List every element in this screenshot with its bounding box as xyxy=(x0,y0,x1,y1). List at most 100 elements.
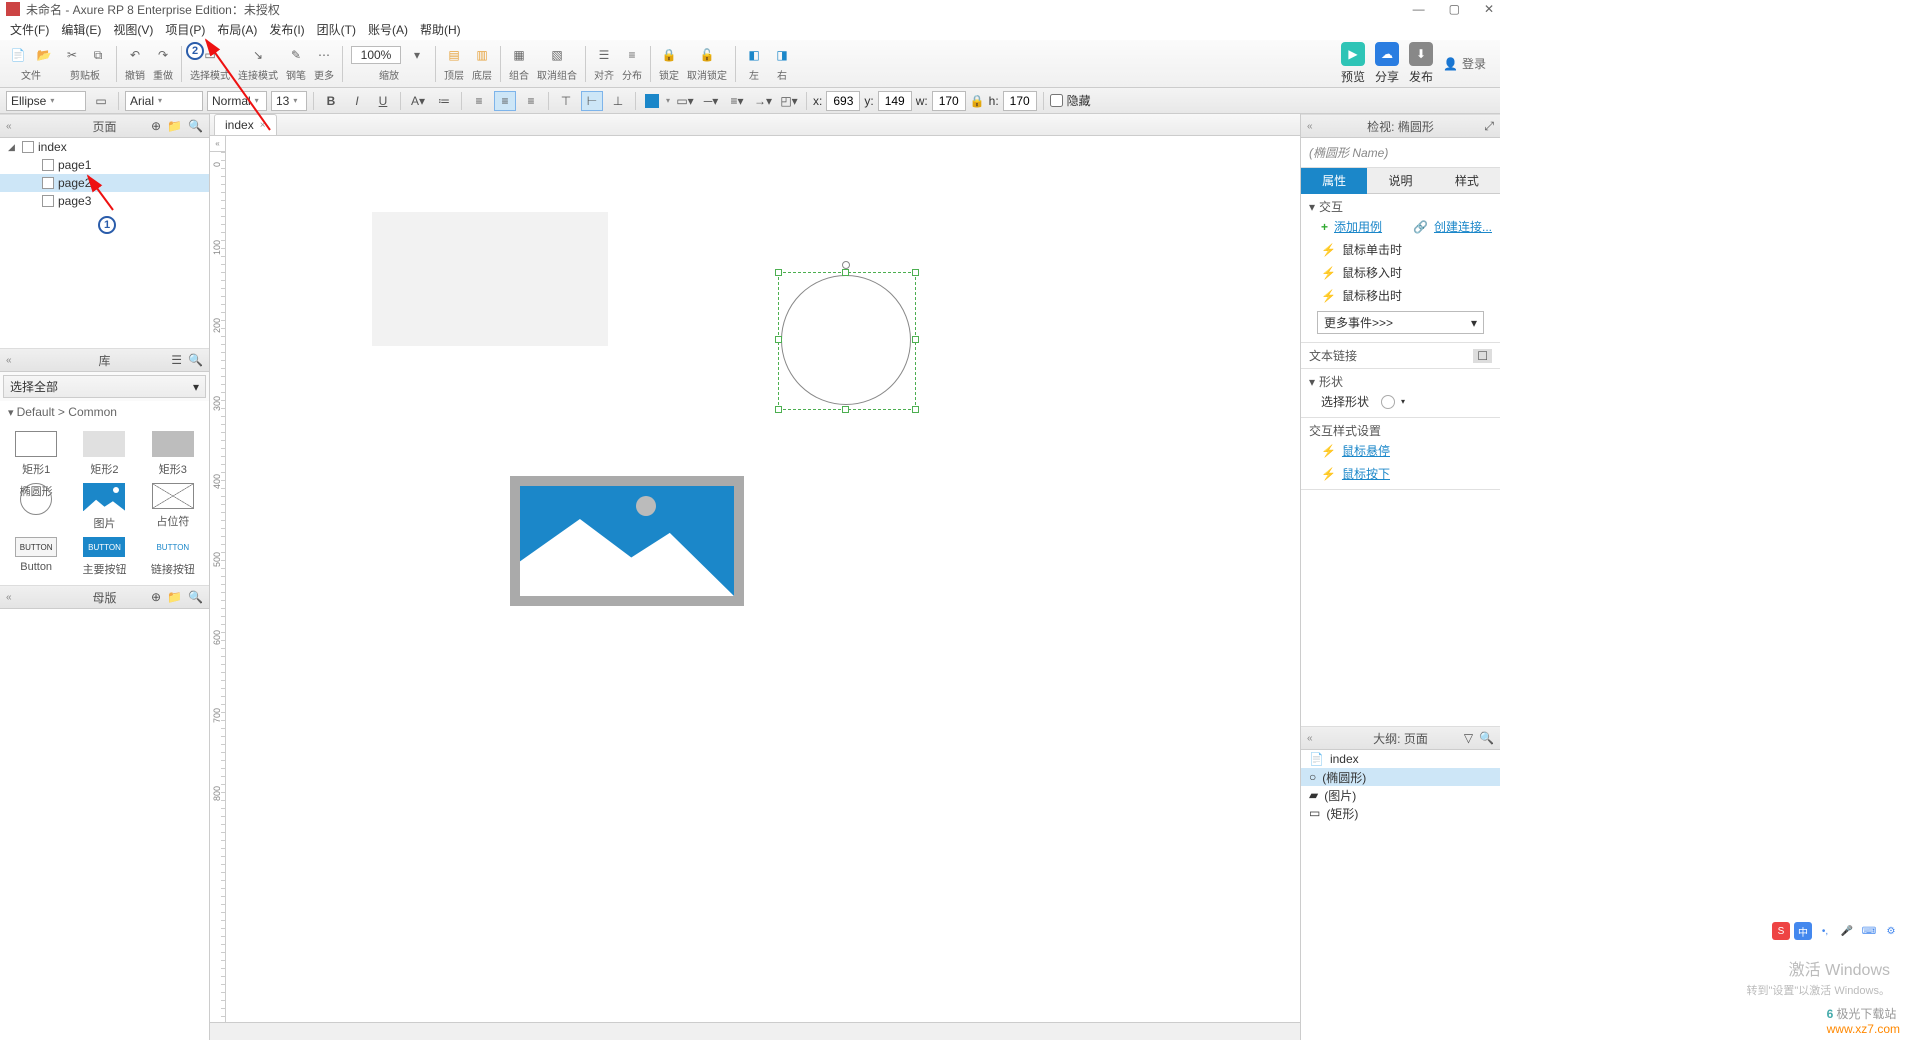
undo-icon[interactable]: ↶ xyxy=(125,45,145,65)
font-family-combo[interactable]: Arial▾ xyxy=(125,91,203,111)
align-icon[interactable]: ☰ xyxy=(594,45,614,65)
lib-item-rect3[interactable]: 矩形3 xyxy=(141,431,205,477)
widget-name-input[interactable]: (椭圆形 Name) xyxy=(1301,138,1500,168)
outline-row[interactable]: ○(椭圆形) xyxy=(1301,768,1500,786)
close-tab-icon[interactable]: × xyxy=(260,120,266,131)
resize-handle-n[interactable] xyxy=(842,269,849,276)
dock-right-icon[interactable]: ◨ xyxy=(772,45,792,65)
resize-handle-ne[interactable] xyxy=(912,269,919,276)
interaction-event[interactable]: ⚡鼠标单击时 xyxy=(1309,238,1492,261)
interaction-section[interactable]: ▾ 交互 xyxy=(1309,198,1492,215)
preview-button[interactable]: ▶预览 xyxy=(1341,42,1365,85)
bullets-button[interactable]: ≔ xyxy=(433,91,455,111)
search-icon[interactable]: 🔍 xyxy=(188,119,203,133)
mousedown-style-link[interactable]: 鼠标按下 xyxy=(1342,465,1390,482)
more-events-combo[interactable]: 更多事件>>>▾ xyxy=(1317,311,1484,334)
lib-item-ellipse[interactable]: 椭圆形 xyxy=(4,483,68,531)
expand-icon[interactable]: ⤢ xyxy=(1484,119,1494,134)
dock-left-icon[interactable]: ◧ xyxy=(744,45,764,65)
line-width-button[interactable]: ≡▾ xyxy=(726,91,748,111)
maximize-button[interactable]: ▢ xyxy=(1449,2,1460,16)
valign-top-button[interactable]: ⊤ xyxy=(555,91,577,111)
menu-project[interactable]: 项目(P) xyxy=(161,19,209,40)
menu-edit[interactable]: 编辑(E) xyxy=(57,19,105,40)
border-color-button[interactable]: ▭▾ xyxy=(674,91,696,111)
library-select-all[interactable]: 选择全部▾ xyxy=(3,375,206,398)
corner-button[interactable]: ◰▾ xyxy=(778,91,800,111)
page-row-page1[interactable]: page1 xyxy=(0,156,209,174)
ime-punct-icon[interactable]: •, xyxy=(1816,922,1834,940)
valign-middle-button[interactable]: ⊢ xyxy=(581,91,603,111)
new-file-icon[interactable]: 📄 xyxy=(8,45,28,65)
collapse-icon[interactable]: « xyxy=(6,121,12,132)
zoom-dropdown-icon[interactable]: ▾ xyxy=(407,45,427,65)
copy-icon[interactable]: ⧉ xyxy=(88,45,108,65)
open-file-icon[interactable]: 📂 xyxy=(34,45,54,65)
collapse-icon[interactable]: « xyxy=(6,592,12,603)
redo-icon[interactable]: ↷ xyxy=(153,45,173,65)
lib-item-btn[interactable]: BUTTONButton xyxy=(4,537,68,577)
add-master-icon[interactable]: ⊕ xyxy=(151,590,161,604)
resize-handle-s[interactable] xyxy=(842,406,849,413)
text-color-button[interactable]: A▾ xyxy=(407,91,429,111)
publish-button[interactable]: ⬇发布 xyxy=(1409,42,1433,85)
shape-section[interactable]: ▾ 形状 xyxy=(1309,373,1492,390)
resize-handle-e[interactable] xyxy=(912,336,919,343)
bold-button[interactable]: B xyxy=(320,91,342,111)
valign-bottom-button[interactable]: ⊥ xyxy=(607,91,629,111)
italic-button[interactable]: I xyxy=(346,91,368,111)
ime-logo-icon[interactable]: S xyxy=(1772,922,1790,940)
lib-item-rect1[interactable]: 矩形1 xyxy=(4,431,68,477)
h-input[interactable] xyxy=(1003,91,1037,111)
menu-view[interactable]: 视图(V) xyxy=(109,19,157,40)
interaction-event[interactable]: ⚡鼠标移出时 xyxy=(1309,284,1492,307)
ime-keyboard-icon[interactable]: ⌨ xyxy=(1860,922,1878,940)
resize-handle-w[interactable] xyxy=(775,336,782,343)
tab-style[interactable]: 样式 xyxy=(1434,168,1500,194)
add-folder-icon[interactable]: 📁 xyxy=(167,590,182,604)
login-button[interactable]: 👤登录 xyxy=(1443,55,1486,72)
search-icon[interactable]: 🔍 xyxy=(188,353,203,367)
filter-icon[interactable]: ▽ xyxy=(1464,731,1473,745)
x-input[interactable] xyxy=(826,91,860,111)
collapse-icon[interactable]: « xyxy=(6,355,12,366)
search-icon[interactable]: 🔍 xyxy=(1479,731,1494,745)
arrow-button[interactable]: →▾ xyxy=(752,91,774,111)
ime-lang-icon[interactable]: 中 xyxy=(1794,922,1812,940)
align-right-button[interactable]: ≡ xyxy=(520,91,542,111)
fill-color-button[interactable] xyxy=(645,94,659,108)
canvas-ellipse-widget[interactable] xyxy=(781,275,911,405)
more-icon[interactable]: ⋯ xyxy=(314,45,334,65)
page-row-page3[interactable]: page3 xyxy=(0,192,209,210)
add-folder-icon[interactable]: 📁 xyxy=(167,119,182,133)
minimize-button[interactable]: — xyxy=(1413,2,1425,16)
menu-file[interactable]: 文件(F) xyxy=(6,19,53,40)
rotate-handle[interactable] xyxy=(842,261,850,269)
tab-index[interactable]: index× xyxy=(214,114,277,135)
page-row-page2[interactable]: page2 xyxy=(0,174,209,192)
unlock-icon[interactable]: 🔓 xyxy=(697,45,717,65)
share-button[interactable]: ☁分享 xyxy=(1375,42,1399,85)
page-row-index[interactable]: ◢index xyxy=(0,138,209,156)
lib-item-img[interactable]: 图片 xyxy=(72,483,136,531)
interaction-event[interactable]: ⚡鼠标移入时 xyxy=(1309,261,1492,284)
canvas-rect-widget[interactable] xyxy=(372,212,608,346)
menu-publish[interactable]: 发布(I) xyxy=(265,19,308,40)
lock-aspect-icon[interactable]: 🔒 xyxy=(970,94,985,108)
shape-type-combo[interactable]: Ellipse▾ xyxy=(6,91,86,111)
menu-account[interactable]: 账号(A) xyxy=(364,19,412,40)
search-icon[interactable]: 🔍 xyxy=(188,590,203,604)
resize-handle-nw[interactable] xyxy=(775,269,782,276)
collapse-icon[interactable]: « xyxy=(1307,733,1313,744)
outline-row[interactable]: ▭(矩形) xyxy=(1301,804,1500,822)
outline-row[interactable]: 📄index xyxy=(1301,750,1500,768)
bring-front-icon[interactable]: ▤ xyxy=(444,45,464,65)
ime-voice-icon[interactable]: 🎤 xyxy=(1838,922,1856,940)
collapse-icon[interactable]: « xyxy=(1307,121,1313,132)
canvas[interactable] xyxy=(226,152,1300,1022)
lib-item-btnp[interactable]: BUTTON主要按钮 xyxy=(72,537,136,577)
lib-item-rect2[interactable]: 矩形2 xyxy=(72,431,136,477)
hover-style-link[interactable]: 鼠标悬停 xyxy=(1342,442,1390,459)
canvas-scrollbar[interactable] xyxy=(210,1022,1300,1040)
menu-layout[interactable]: 布局(A) xyxy=(213,19,261,40)
